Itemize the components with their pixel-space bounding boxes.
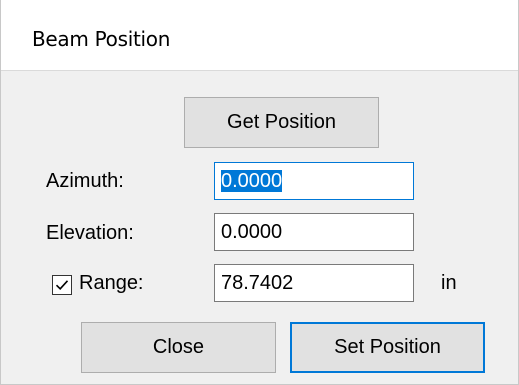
beam-position-dialog: Beam Position Get Position Azimuth: 0.00…	[0, 0, 519, 385]
set-position-button-label: Set Position	[334, 336, 441, 358]
close-button[interactable]: Close	[81, 322, 276, 373]
range-checkbox[interactable]	[52, 275, 72, 295]
azimuth-input[interactable]: 0.0000	[214, 162, 414, 200]
checkmark-icon	[55, 280, 69, 290]
azimuth-label: Azimuth:	[46, 170, 124, 192]
set-position-button[interactable]: Set Position	[290, 322, 485, 373]
range-label: Range:	[79, 272, 144, 294]
elevation-value: 0.0000	[221, 221, 283, 243]
range-value: 78.7402	[221, 272, 294, 294]
get-position-button[interactable]: Get Position	[184, 97, 379, 148]
azimuth-value: 0.0000	[221, 170, 283, 192]
elevation-input[interactable]: 0.0000	[214, 213, 414, 251]
range-input[interactable]: 78.7402	[214, 264, 414, 302]
window-title: Beam Position	[32, 27, 171, 51]
range-unit-label: in	[441, 272, 457, 294]
close-button-label: Close	[152, 336, 205, 358]
title-bar: Beam Position	[1, 0, 518, 71]
elevation-label: Elevation:	[46, 222, 134, 244]
get-position-button-label: Get Position	[227, 111, 336, 133]
